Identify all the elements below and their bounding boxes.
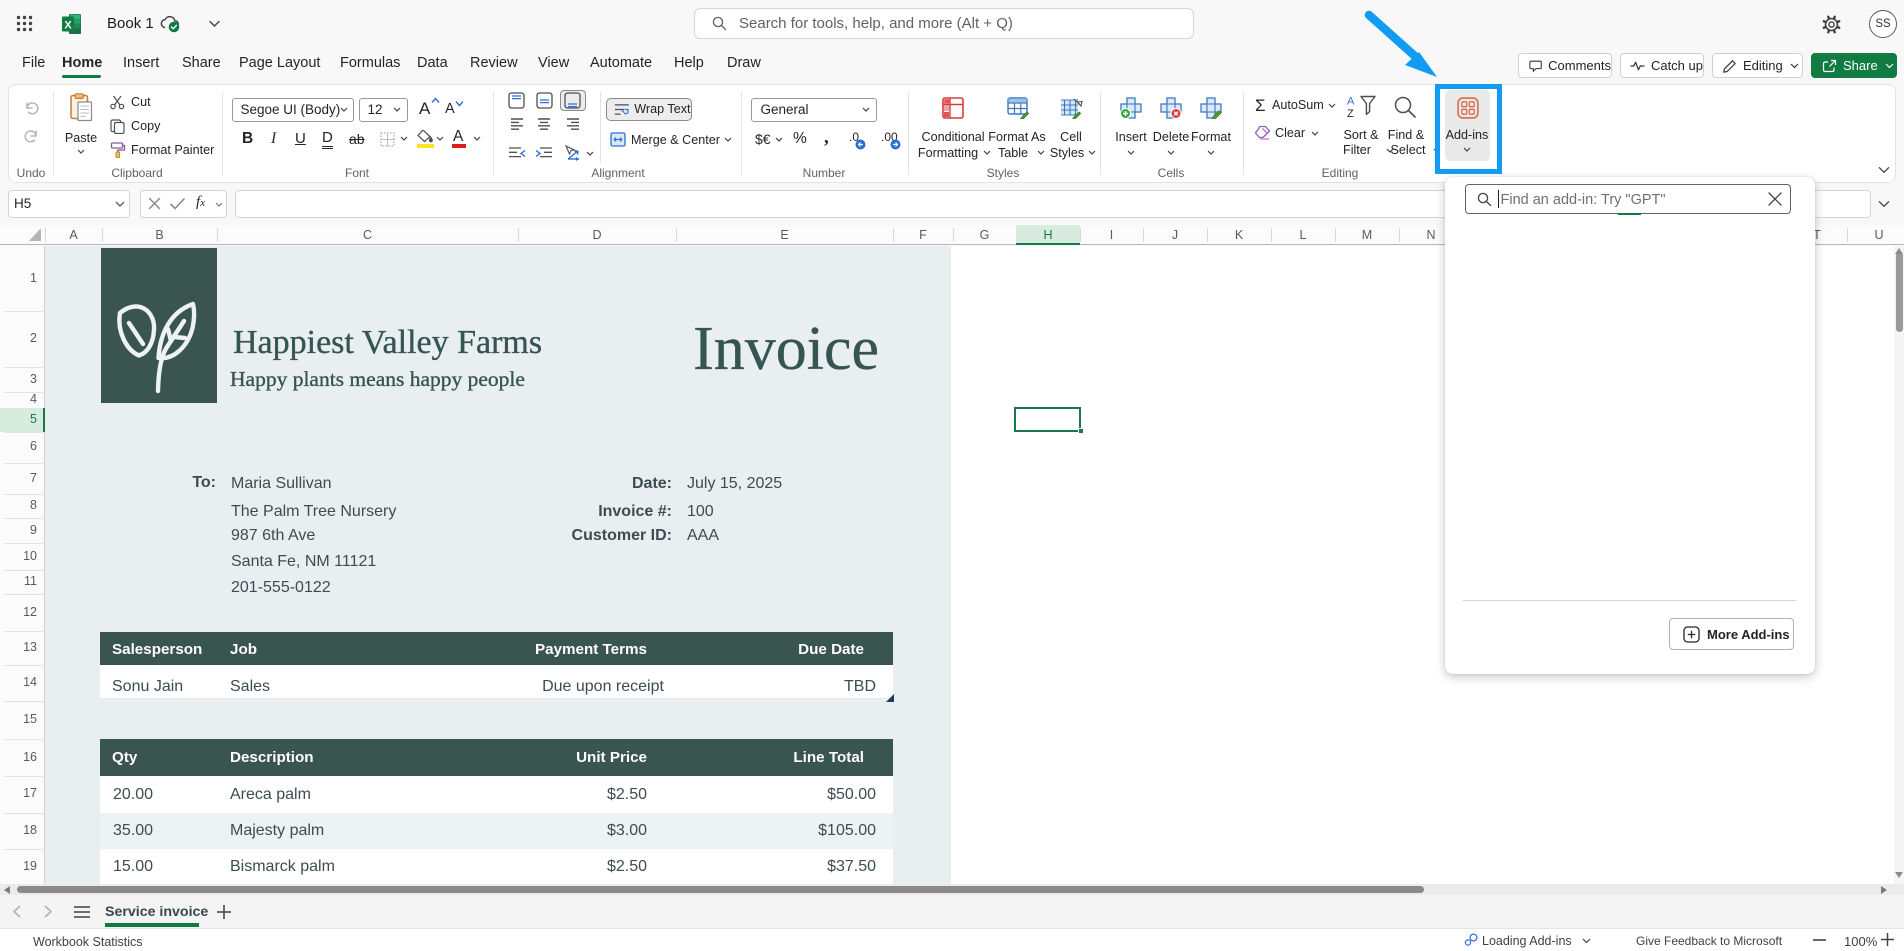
svg-text:A: A <box>1347 96 1355 108</box>
svg-text:Z: Z <box>1347 108 1354 120</box>
